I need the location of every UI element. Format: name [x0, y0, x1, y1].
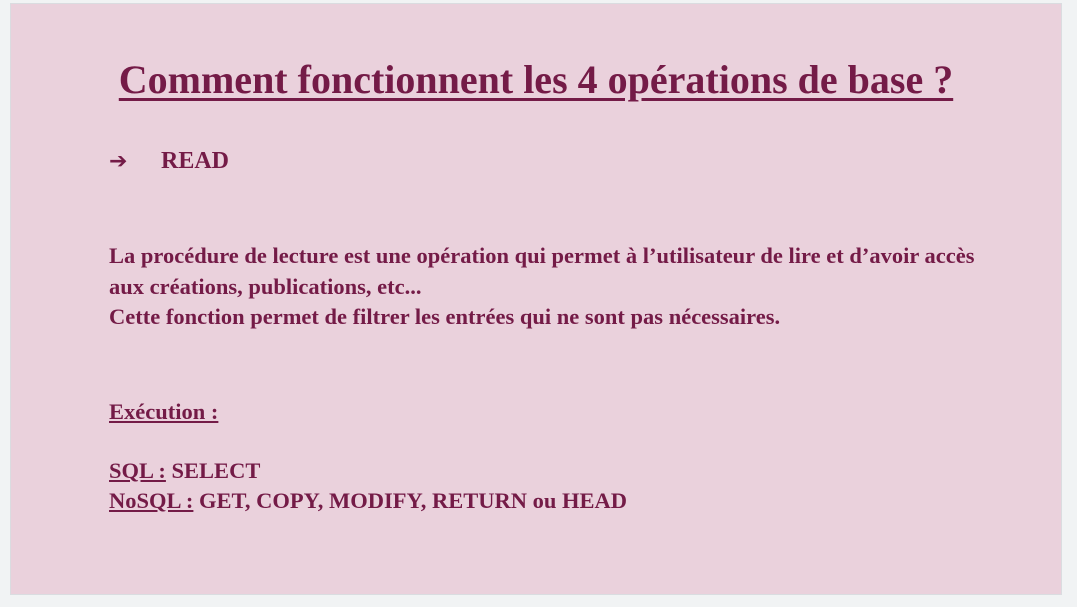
sql-label: SQL :: [109, 458, 166, 483]
read-bullet: ➔ READ: [109, 143, 229, 179]
description-paragraph-1: La procédure de lecture est une opératio…: [109, 243, 975, 299]
description-paragraph-2: Cette fonction permet de filtrer les ent…: [109, 304, 781, 329]
sql-row: SQL : SELECT: [109, 456, 627, 486]
nosql-value: GET, COPY, MODIFY, RETURN ou HEAD: [193, 488, 628, 513]
nosql-row: NoSQL : GET, COPY, MODIFY, RETURN ou HEA…: [109, 486, 627, 516]
arrow-right-icon: ➔: [109, 148, 128, 174]
slide-title: Comment fonctionnent les 4 opérations de…: [118, 57, 954, 102]
slide-canvas: Comment fonctionnent les 4 opérations de…: [11, 4, 1061, 594]
query-languages: SQL : SELECT NoSQL : GET, COPY, MODIFY, …: [109, 456, 627, 516]
execution-heading: Exécution :: [109, 399, 219, 424]
sql-value: SELECT: [165, 458, 261, 483]
nosql-label: NoSQL :: [109, 488, 194, 513]
bullet-label: READ: [161, 147, 230, 174]
description-block: La procédure de lecture est une opératio…: [109, 241, 1009, 333]
